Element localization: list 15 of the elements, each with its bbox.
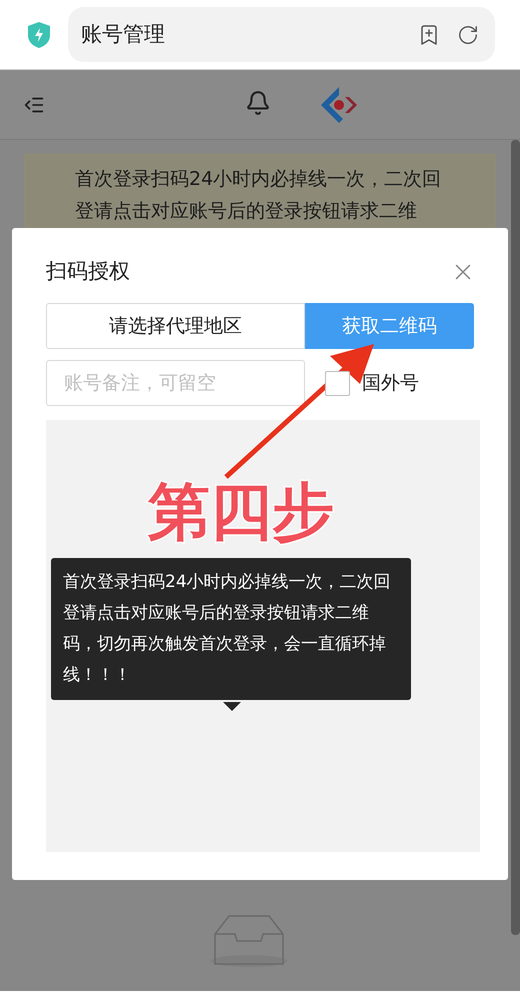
tab[interactable]: 请选择代理地区 [46, 303, 305, 349]
bell-icon[interactable] [245, 90, 271, 116]
checkbox[interactable] [325, 370, 350, 396]
tooltip-pointer [223, 702, 241, 711]
remark-field[interactable]: 账号备注，可留空 [46, 360, 305, 406]
tooltip-text: 首次登录扫码24小时内必掉线一次，二次回登请点击对应账号后的登录按钮请求二维码，切勿再次触发首次登录，会一直循环掉线！！！ [63, 571, 392, 687]
page-title: 账号管理 [81, 20, 166, 48]
dialog-title: 扫码授权 [46, 258, 130, 286]
reload-icon[interactable] [457, 24, 479, 46]
notice-text: 登请点击对应账号后的登录按钮请求二维 [75, 199, 418, 224]
empty-inbox-icon [208, 914, 290, 968]
checkbox-label: 国外号 [362, 370, 419, 396]
annotation-text: 第四步 [148, 474, 334, 550]
address-field[interactable]: 账号管理 [68, 7, 495, 62]
notice-text: 首次登录扫码24小时内必掉线一次，二次回 [75, 167, 442, 192]
